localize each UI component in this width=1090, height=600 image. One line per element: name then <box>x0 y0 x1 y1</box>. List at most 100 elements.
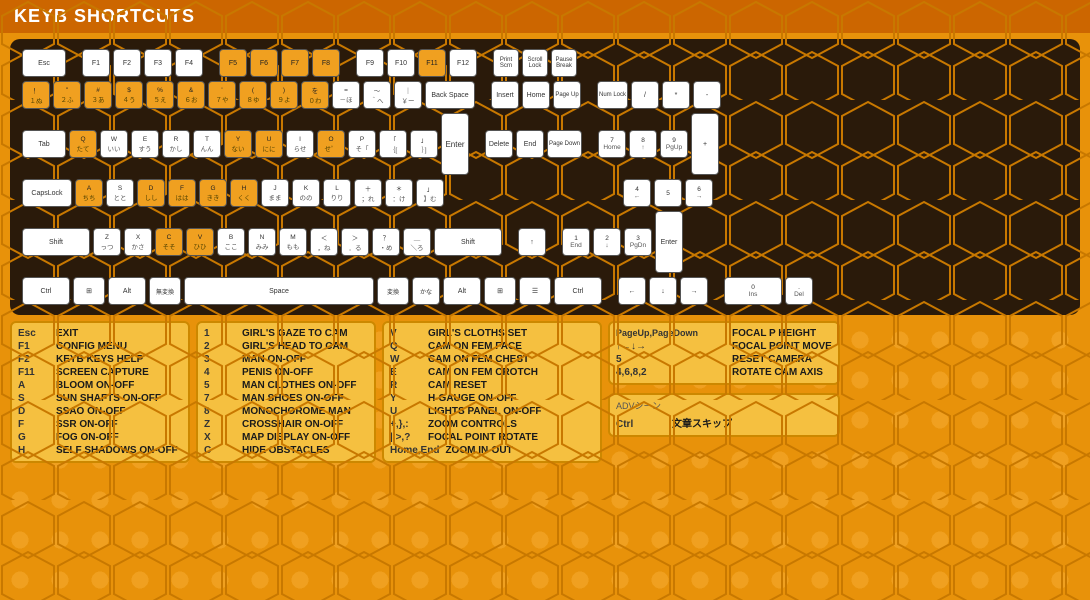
key-arrow-down[interactable]: ↓ <box>649 277 677 305</box>
key-pause-break[interactable]: PauseBreak <box>551 49 577 77</box>
key-num-enter[interactable]: Enter <box>655 211 683 273</box>
key-quote[interactable]: ＊：け <box>385 179 413 207</box>
key-7[interactable]: (８ゆ <box>239 81 267 109</box>
key-arrow-up[interactable]: ↑ <box>518 228 546 256</box>
key-backspace[interactable]: Back Space <box>425 81 475 109</box>
key-i[interactable]: Iらせ <box>286 130 314 158</box>
key-m[interactable]: Mもも <box>279 228 307 256</box>
key-x[interactable]: Xかさ <box>124 228 152 256</box>
key-num-slash[interactable]: / <box>631 81 659 109</box>
key-muhenkan[interactable]: 無変換 <box>149 277 181 305</box>
key-win-left[interactable]: ⊞ <box>73 277 105 305</box>
key-f9[interactable]: F9 <box>356 49 384 77</box>
key-f1[interactable]: F1 <box>82 49 110 77</box>
key-pageup[interactable]: Page Up <box>553 81 581 109</box>
key-2[interactable]: #３あ <box>84 81 112 109</box>
key-3[interactable]: $４う <box>115 81 143 109</box>
key-l[interactable]: Lりり <box>323 179 351 207</box>
key-z[interactable]: Zっつ <box>93 228 121 256</box>
key-g[interactable]: Gきき <box>199 179 227 207</box>
key-8[interactable]: )９よ <box>270 81 298 109</box>
key-f[interactable]: Fはは <box>168 179 196 207</box>
key-s[interactable]: Sとと <box>106 179 134 207</box>
key-num9[interactable]: 9PgUp <box>660 130 688 158</box>
key-v[interactable]: Vひひ <box>186 228 214 256</box>
key-d[interactable]: Dしし <box>137 179 165 207</box>
key-f12[interactable]: F12 <box>449 49 477 77</box>
key-num4[interactable]: 4← <box>623 179 651 207</box>
key-tab[interactable]: Tab <box>22 130 66 158</box>
key-scroll-lock[interactable]: ScrollLock <box>522 49 548 77</box>
key-b[interactable]: Bここ <box>217 228 245 256</box>
key-t[interactable]: Tんん <box>193 130 221 158</box>
key-henkan[interactable]: 変換 <box>377 277 409 305</box>
key-num8[interactable]: 8↑ <box>629 130 657 158</box>
key-u[interactable]: Uにに <box>255 130 283 158</box>
key-q[interactable]: Qたて <box>69 130 97 158</box>
key-num6[interactable]: 6→ <box>685 179 713 207</box>
key-num0[interactable]: 0Ins <box>724 277 782 305</box>
key-f2[interactable]: F2 <box>113 49 141 77</box>
key-print-scrn[interactable]: PrintScrn <box>493 49 519 77</box>
key-num-plus[interactable]: + <box>691 113 719 175</box>
key-9[interactable]: を０わ <box>301 81 329 109</box>
key-arrow-left[interactable]: ← <box>618 277 646 305</box>
key-shift-right[interactable]: Shift <box>434 228 502 256</box>
key-ro[interactable]: ＿＼ろ <box>403 228 431 256</box>
key-1[interactable]: "２ふ <box>53 81 81 109</box>
key-k[interactable]: Kのの <box>292 179 320 207</box>
key-f10[interactable]: F10 <box>387 49 415 77</box>
key-r[interactable]: Rかし <box>162 130 190 158</box>
key-num1[interactable]: 1End <box>562 228 590 256</box>
key-bracket-l[interactable]: 「｛[ <box>379 130 407 158</box>
key-num-star[interactable]: * <box>662 81 690 109</box>
key-capslock[interactable]: CapsLock <box>22 179 72 207</box>
key-num-minus[interactable]: - <box>693 81 721 109</box>
key-esc[interactable]: Esc <box>22 49 66 77</box>
key-ctrl-right[interactable]: Ctrl <box>554 277 602 305</box>
key-6[interactable]: '７や <box>208 81 236 109</box>
key-j[interactable]: Jまま <box>261 179 289 207</box>
key-win-right[interactable]: ⊞ <box>484 277 516 305</box>
key-num2[interactable]: 2↓ <box>593 228 621 256</box>
key-bracket-r[interactable]: 」｝] <box>410 130 438 158</box>
key-c[interactable]: Cそそ <box>155 228 183 256</box>
key-alt-left[interactable]: Alt <box>108 277 146 305</box>
key-f7[interactable]: F7 <box>281 49 309 77</box>
key-o[interactable]: Oせ゜ <box>317 130 345 158</box>
key-end[interactable]: End <box>516 130 544 158</box>
key-semicolon[interactable]: ＋；れ <box>354 179 382 207</box>
key-home[interactable]: Home <box>522 81 550 109</box>
key-pagedown[interactable]: Page Down <box>547 130 582 158</box>
key-f8[interactable]: F8 <box>312 49 340 77</box>
key-backtick[interactable]: ！１ぬ <box>22 81 50 109</box>
key-space[interactable]: Space <box>184 277 374 305</box>
key-e[interactable]: Eすう <box>131 130 159 158</box>
key-delete[interactable]: Delete <box>485 130 513 158</box>
key-p[interactable]: Pそ「 <box>348 130 376 158</box>
key-f11[interactable]: F11 <box>418 49 446 77</box>
key-numlock[interactable]: Num Lock <box>597 81 628 109</box>
key-f5[interactable]: F5 <box>219 49 247 77</box>
key-shift-left[interactable]: Shift <box>22 228 90 256</box>
key-a[interactable]: Aちち <box>75 179 103 207</box>
key-f6[interactable]: F6 <box>250 49 278 77</box>
key-w[interactable]: Wいい <box>100 130 128 158</box>
key-num3[interactable]: 3PgDn <box>624 228 652 256</box>
key-period[interactable]: ＞．る <box>341 228 369 256</box>
key-5[interactable]: &６お <box>177 81 205 109</box>
key-num5[interactable]: 5 <box>654 179 682 207</box>
key-0[interactable]: =－ほ <box>332 81 360 109</box>
key-f4[interactable]: F4 <box>175 49 203 77</box>
key-h[interactable]: Hくく <box>230 179 258 207</box>
key-slash[interactable]: ？・め <box>372 228 400 256</box>
key-num-del[interactable]: .Del <box>785 277 813 305</box>
key-enter[interactable]: Enter <box>441 113 469 175</box>
key-4[interactable]: %５え <box>146 81 174 109</box>
key-comma[interactable]: ＜，ね <box>310 228 338 256</box>
key-alt-right[interactable]: Alt <box>443 277 481 305</box>
key-minus[interactable]: ～＾へ <box>363 81 391 109</box>
key-backslash[interactable]: 」】む <box>416 179 444 207</box>
key-n[interactable]: Nみみ <box>248 228 276 256</box>
key-menu[interactable]: ☰ <box>519 277 551 305</box>
